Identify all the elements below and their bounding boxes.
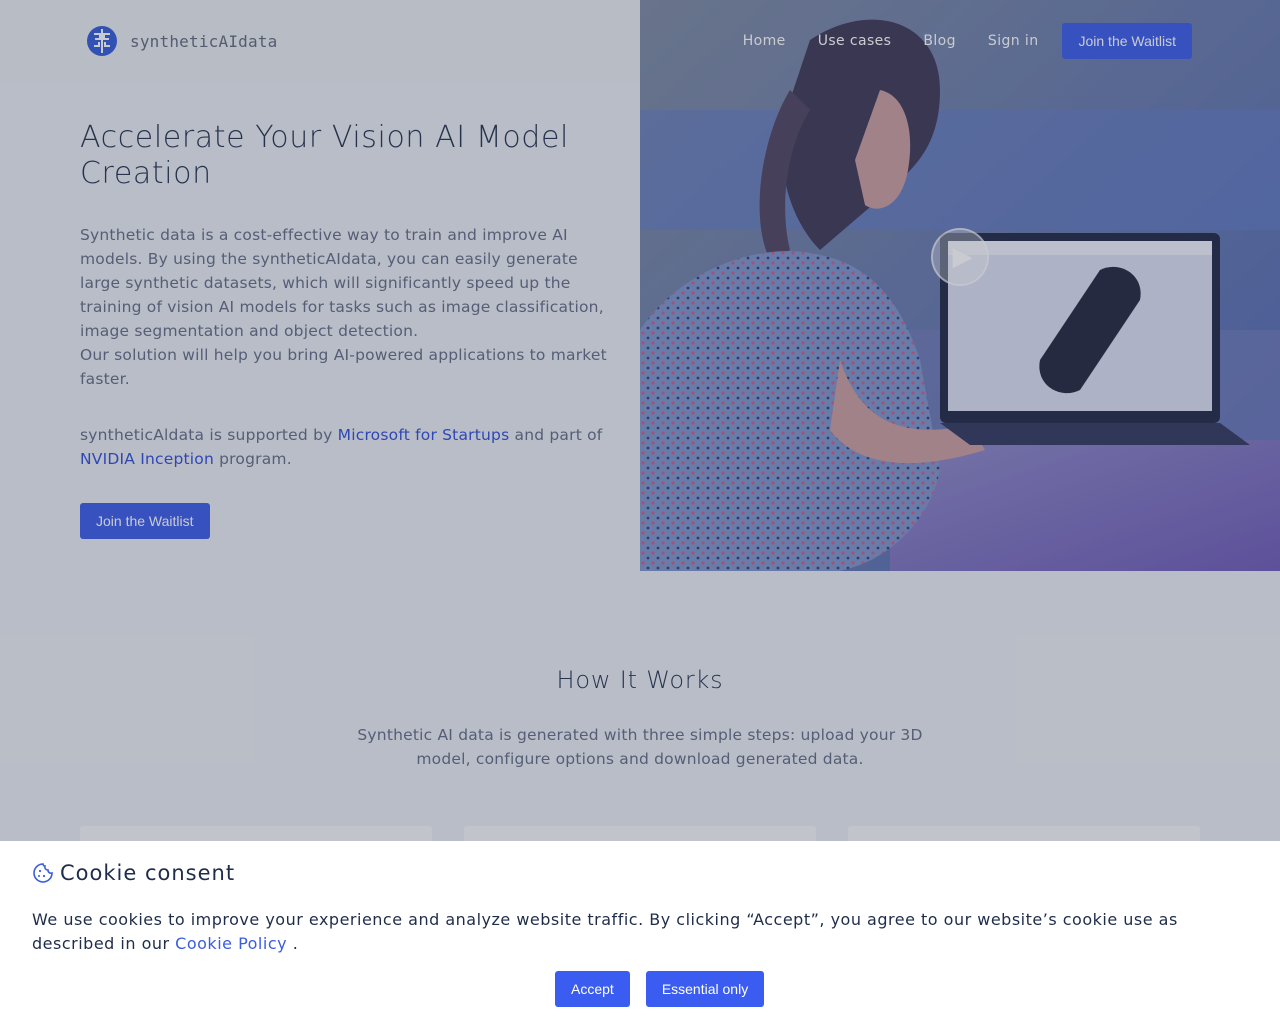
cookie-accept-button[interactable]: Accept	[555, 971, 630, 1007]
cookie-title: Cookie consent	[60, 861, 236, 885]
cookie-text: We use cookies to improve your experienc…	[32, 908, 1252, 956]
cookie-essential-only-button[interactable]: Essential only	[645, 971, 765, 1007]
page: ▶ Accelerate Your Vision AI Model Creati…	[0, 0, 1280, 1024]
cookie-policy-link[interactable]: Cookie Policy	[175, 934, 287, 953]
cookie-actions: Accept Essential only	[555, 971, 765, 1007]
cookie-header: Cookie consent	[32, 861, 235, 885]
cookie-consent-banner: Cookie consent We use cookies to improve…	[0, 841, 1280, 1024]
cookie-text-suffix: .	[292, 934, 299, 953]
cookie-icon	[33, 863, 53, 883]
